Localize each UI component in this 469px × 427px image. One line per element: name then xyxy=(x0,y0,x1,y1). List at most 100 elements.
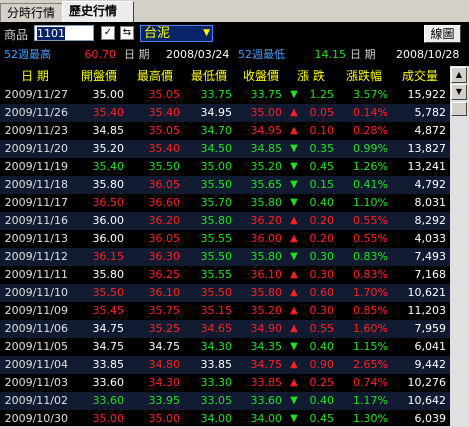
table-row[interactable]: 2009/11/03 33.60 34.30 33.30 33.85 0.25 0.74% 1… xyxy=(0,374,450,392)
table-row[interactable]: 2009/10/30 35.00 35.00 34.00 34.00 0.45 1.30% 6… xyxy=(0,410,450,426)
tab-intraday[interactable]: 分時行情 xyxy=(0,3,70,22)
cell-open: 35.00 xyxy=(92,88,125,101)
table-row[interactable]: 2009/11/02 33.60 33.95 33.05 33.60 0.40 1.17% 1… xyxy=(0,392,450,410)
cell-vol: 10,276 xyxy=(407,376,447,389)
table-row[interactable]: 2009/11/17 36.50 36.60 35.70 35.80 0.40 1.10% 8… xyxy=(0,194,450,212)
column-change[interactable]: 漲 跌 xyxy=(286,66,336,86)
table-row[interactable]: 2009/11/11 35.80 36.25 35.55 36.10 0.30 0.83% 7… xyxy=(0,266,450,284)
cell-pct: 0.28% xyxy=(353,124,388,137)
arrow-up-icon: ▲ xyxy=(290,305,298,316)
chart-button[interactable]: 線圖 xyxy=(424,25,461,43)
cell-low: 35.55 xyxy=(200,268,233,281)
table-row[interactable]: 2009/11/06 34.75 35.25 34.65 34.90 0.55 1.60% 7… xyxy=(0,320,450,338)
tab-history[interactable]: 歷史行情 xyxy=(62,1,134,23)
table-row[interactable]: 2009/11/10 35.50 36.10 35.50 35.80 0.60 1.70% 1… xyxy=(0,284,450,302)
cell-close: 36.00 xyxy=(250,232,283,245)
arrow-down-icon: ▼ xyxy=(290,395,298,406)
arrow-down-icon: ▼ xyxy=(290,143,298,154)
table-row[interactable]: 2009/11/13 36.00 36.05 35.55 36.00 0.20 0.55% 4… xyxy=(0,230,450,248)
high52-value: 60.70 xyxy=(84,48,117,61)
cell-open: 36.00 xyxy=(92,214,125,227)
cell-date: 2009/11/23 xyxy=(4,124,68,137)
cell-close: 34.85 xyxy=(250,142,283,155)
cell-high: 35.40 xyxy=(148,106,181,119)
stock-code-input[interactable]: 1101 xyxy=(34,25,94,41)
table-row[interactable]: 2009/11/18 35.80 36.05 35.50 35.65 0.15 0.41% 4… xyxy=(0,176,450,194)
cell-close: 36.10 xyxy=(250,268,283,281)
table-row[interactable]: 2009/11/09 35.45 35.75 35.15 35.20 0.30 0.85% 1… xyxy=(0,302,450,320)
cell-open: 34.85 xyxy=(92,124,125,137)
column-volume[interactable]: 成交量 xyxy=(392,66,448,86)
cell-pct: 1.17% xyxy=(353,394,388,407)
table-row[interactable]: 2009/11/19 35.40 35.50 35.00 35.20 0.45 1.26% 1… xyxy=(0,158,450,176)
cell-high: 36.60 xyxy=(148,196,181,209)
cell-vol: 15,922 xyxy=(407,88,447,101)
cell-chg: 0.30 xyxy=(309,268,335,281)
cell-high: 36.05 xyxy=(148,178,181,191)
table-row[interactable]: 2009/11/27 35.00 35.05 33.75 33.75 1.25 3.57% 1… xyxy=(0,86,450,104)
link-icon[interactable]: ⇆ xyxy=(120,26,134,40)
table-row[interactable]: 2009/11/16 36.00 36.20 35.80 36.20 0.20 0.55% 8… xyxy=(0,212,450,230)
cell-date: 2009/11/18 xyxy=(4,178,68,191)
cell-low: 34.00 xyxy=(200,412,233,425)
check-icon[interactable]: ✓ xyxy=(101,26,115,40)
cell-low: 35.50 xyxy=(200,250,233,263)
cell-high: 36.30 xyxy=(148,250,181,263)
cell-low: 35.70 xyxy=(200,196,233,209)
cell-low: 34.50 xyxy=(200,142,233,155)
cell-high: 36.20 xyxy=(148,214,181,227)
arrow-down-icon: ▼ xyxy=(290,89,298,100)
table-row[interactable]: 2009/11/26 35.40 35.40 34.95 35.00 0.05 0.14% 5… xyxy=(0,104,450,122)
cell-high: 35.05 xyxy=(148,124,181,137)
cell-vol: 4,033 xyxy=(414,232,447,245)
arrow-up-icon: ▲ xyxy=(290,269,298,280)
cell-chg: 0.20 xyxy=(309,214,335,227)
scroll-down-icon[interactable]: ▼ xyxy=(451,84,467,100)
cell-vol: 13,827 xyxy=(407,142,447,155)
cell-pct: 1.10% xyxy=(353,196,388,209)
toolbar: 商品 1101 ✓ ⇆ 台泥 ▼ 線圖 xyxy=(0,22,469,46)
cell-date: 2009/11/10 xyxy=(4,286,68,299)
stock-name-value: 台泥 xyxy=(144,26,171,41)
cell-close: 35.80 xyxy=(250,196,283,209)
cell-close: 35.80 xyxy=(250,250,283,263)
cell-open: 33.60 xyxy=(92,394,125,407)
table-row[interactable]: 2009/11/12 36.15 36.30 35.50 35.80 0.30 0.83% 7… xyxy=(0,248,450,266)
cell-date: 2009/11/13 xyxy=(4,232,68,245)
scroll-up-icon[interactable]: ▲ xyxy=(451,67,467,83)
cell-pct: 0.55% xyxy=(353,214,388,227)
column-low[interactable]: 最低價 xyxy=(184,66,234,86)
cell-open: 36.00 xyxy=(92,232,125,245)
cell-high: 36.10 xyxy=(148,286,181,299)
cell-low: 34.70 xyxy=(200,124,233,137)
arrow-up-icon: ▲ xyxy=(290,215,298,226)
cell-chg: 0.40 xyxy=(309,340,335,353)
cell-low: 35.80 xyxy=(200,214,233,227)
cell-high: 35.50 xyxy=(148,160,181,173)
column-date[interactable]: 日 期 xyxy=(0,66,70,86)
stock-name-select[interactable]: 台泥 ▼ xyxy=(140,25,213,42)
cell-pct: 1.15% xyxy=(353,340,388,353)
cell-vol: 8,031 xyxy=(414,196,447,209)
cell-vol: 13,241 xyxy=(407,160,447,173)
column-open[interactable]: 開盤價 xyxy=(72,66,126,86)
cell-open: 36.50 xyxy=(92,196,125,209)
table-row[interactable]: 2009/11/05 34.75 34.75 34.30 34.35 0.40 1.15% 6… xyxy=(0,338,450,356)
scroll-thumb[interactable] xyxy=(451,102,467,116)
arrow-down-icon: ▼ xyxy=(290,197,298,208)
cell-vol: 4,872 xyxy=(414,124,447,137)
vertical-scrollbar[interactable]: ▲ ▼ xyxy=(450,66,469,427)
table-row[interactable]: 2009/11/20 35.20 35.40 34.50 34.85 0.35 0.99% 1… xyxy=(0,140,450,158)
cell-close: 33.75 xyxy=(250,88,283,101)
cell-date: 2009/11/09 xyxy=(4,304,68,317)
column-change-pct[interactable]: 漲跌幅 xyxy=(338,66,390,86)
cell-high: 35.40 xyxy=(148,142,181,155)
table-row[interactable]: 2009/11/04 33.85 34.80 33.85 34.75 0.90 2.65% 9… xyxy=(0,356,450,374)
column-close[interactable]: 收盤價 xyxy=(236,66,286,86)
table-row[interactable]: 2009/11/23 34.85 35.05 34.70 34.95 0.10 0.28% 4… xyxy=(0,122,450,140)
cell-low: 35.50 xyxy=(200,286,233,299)
low52-date-label: 日 期 xyxy=(350,48,376,61)
arrow-down-icon: ▼ xyxy=(290,341,298,352)
cell-vol: 7,493 xyxy=(414,250,447,263)
column-high[interactable]: 最高價 xyxy=(128,66,182,86)
